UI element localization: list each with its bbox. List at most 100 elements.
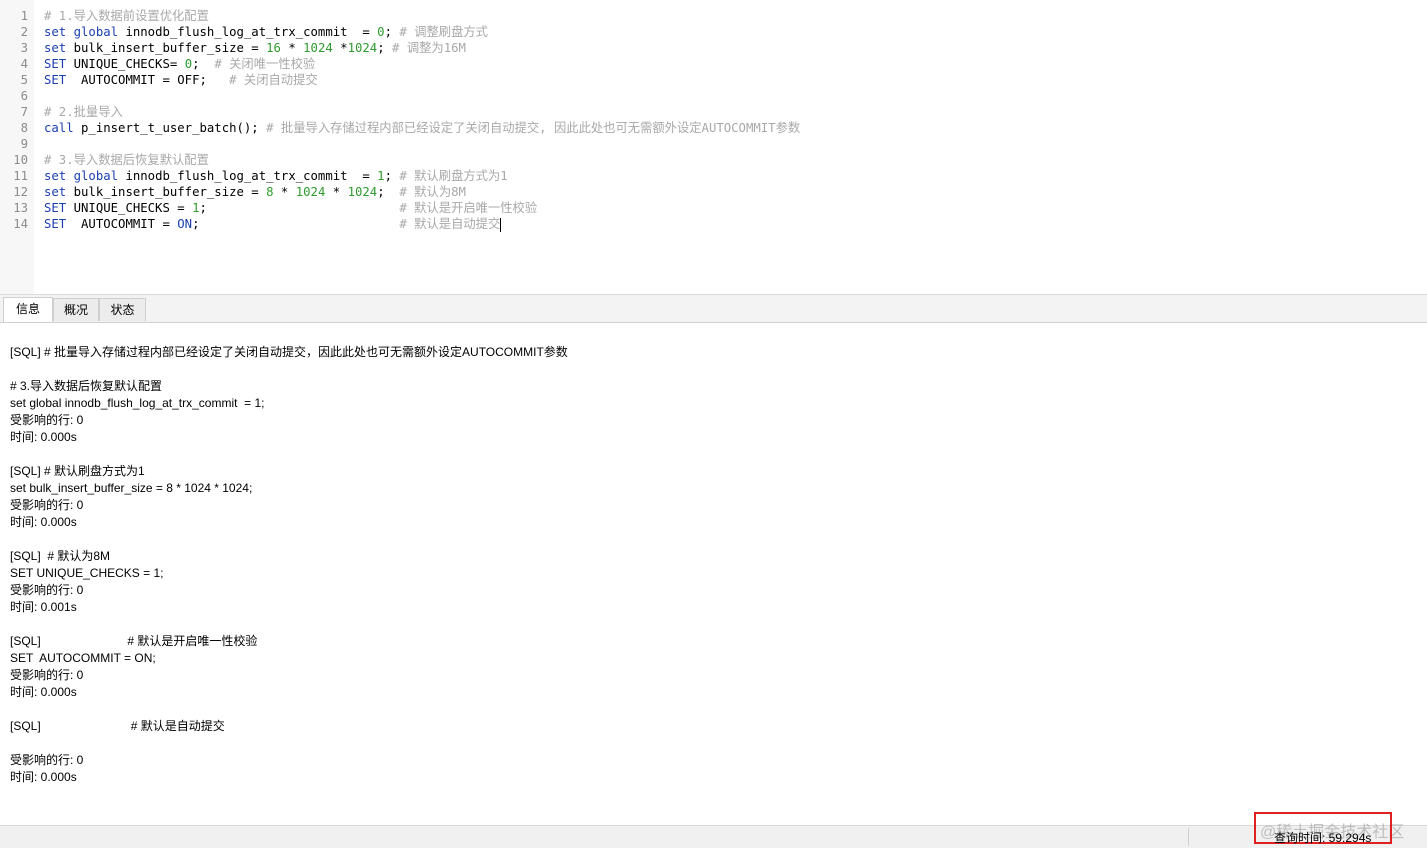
code-line[interactable]: 5 SET AUTOCOMMIT = OFF; # 关闭自动提交 — [0, 72, 1427, 88]
code-identifier: ; — [384, 25, 400, 39]
code-identifier: innodb_flush_log_at_trx_commit = — [118, 169, 378, 183]
status-bar — [0, 825, 1427, 848]
code-comment: # 关闭唯一性校验 — [214, 57, 316, 71]
output-line: 受影响的行: 0 — [10, 498, 84, 512]
code-keyword: call — [44, 121, 74, 135]
code-keyword: set — [44, 169, 67, 183]
message-output: [SQL] # 批量导入存储过程内部已经设定了关闭自动提交，因此此处也可无需额外… — [10, 344, 1410, 786]
code-identifier: ; — [377, 185, 400, 199]
output-line: 时间: 0.001s — [10, 600, 77, 614]
line-number: 4 — [20, 57, 28, 71]
code-number: 1024 — [295, 185, 326, 199]
output-line: 受影响的行: 0 — [10, 753, 84, 767]
code-identifier: ; — [192, 217, 400, 231]
code-comment: # 2.批量导入 — [44, 105, 123, 119]
output-line: [SQL] # 默认是自动提交 — [10, 719, 225, 733]
code-number: 1024 — [303, 41, 333, 55]
code-text: call p_insert_t_user_batch(); # 批量导入存储过程… — [44, 120, 800, 136]
code-line[interactable]: 4 SET UNIQUE_CHECKS= 0; # 关闭唯一性校验 — [0, 56, 1427, 72]
code-identifier — [66, 169, 73, 183]
code-comment: # 默认刷盘方式为1 — [399, 169, 508, 183]
line-number: 10 — [13, 153, 28, 167]
line-number: 5 — [20, 73, 28, 87]
output-line: [SQL] # 默认刷盘方式为1 — [10, 464, 145, 478]
tab-status[interactable]: 状态 — [99, 298, 146, 321]
output-line: 受影响的行: 0 — [10, 413, 84, 427]
code-keyword: SET — [44, 57, 67, 71]
code-line[interactable]: 8 call p_insert_t_user_batch(); # 批量导入存储过… — [0, 120, 1427, 136]
code-identifier: UNIQUE_CHECKS = — [66, 201, 193, 215]
code-keyword: set — [44, 185, 67, 199]
output-line: 时间: 0.000s — [10, 770, 77, 784]
code-identifier: ; — [377, 41, 393, 55]
tab-overview[interactable]: 概况 — [53, 298, 99, 321]
line-number: 9 — [20, 137, 28, 151]
code-line[interactable]: 6 — [0, 88, 1427, 104]
code-line[interactable]: 13 SET UNIQUE_CHECKS = 1; # 默认是开启唯一性校验 — [0, 200, 1427, 216]
code-line[interactable]: 2 set global innodb_flush_log_at_trx_comm… — [0, 24, 1427, 40]
code-keyword: SET — [44, 201, 67, 215]
code-line[interactable]: 14 SET AUTOCOMMIT = ON; # 默认是自动提交 — [0, 216, 1427, 232]
output-line: SET AUTOCOMMIT = ON; — [10, 651, 156, 665]
code-keyword: ON — [177, 217, 193, 231]
output-line: set bulk_insert_buffer_size = 8 * 1024 *… — [10, 481, 253, 495]
code-line[interactable]: 12 set bulk_insert_buffer_size = 8 * 1024… — [0, 184, 1427, 200]
output-line: 时间: 0.000s — [10, 430, 77, 444]
code-keyword: set — [44, 41, 67, 55]
code-comment: # 1.导入数据前设置优化配置 — [44, 9, 209, 23]
code-comment: # 3.导入数据后恢复默认配置 — [44, 153, 209, 167]
code-comment: # 调整为16M — [392, 41, 466, 55]
status-separator — [1188, 828, 1189, 846]
line-number: 2 — [20, 25, 28, 39]
line-number: 3 — [20, 41, 28, 55]
line-number: 13 — [13, 201, 28, 215]
line-number: 7 — [20, 105, 28, 119]
tab-info[interactable]: 信息 — [3, 297, 53, 322]
sql-editor[interactable]: 1 # 1.导入数据前设置优化配置 2 set global innodb_flush… — [0, 0, 1427, 295]
output-line: 受影响的行: 0 — [10, 583, 84, 597]
output-line: 受影响的行: 0 — [10, 668, 84, 682]
line-number: 6 — [20, 89, 28, 103]
code-comment: # 默认为8M — [399, 185, 466, 199]
code-comment: # 批量导入存储过程内部已经设定了关闭自动提交, 因此此处也可无需额外设定AUT… — [266, 121, 801, 135]
code-line[interactable]: 7 # 2.批量导入 — [0, 104, 1427, 120]
code-text: # 1.导入数据前设置优化配置 — [44, 8, 209, 24]
code-number: 16 — [266, 41, 281, 55]
code-line[interactable]: 11 set global innodb_flush_log_at_trx_com… — [0, 168, 1427, 184]
code-text: SET AUTOCOMMIT = ON; # 默认是自动提交 — [44, 216, 502, 232]
line-number: 8 — [20, 121, 28, 135]
line-number: 14 — [13, 217, 28, 231]
code-identifier: bulk_insert_buffer_size = — [66, 41, 267, 55]
code-keyword: SET — [44, 217, 67, 231]
code-line[interactable]: 1 # 1.导入数据前设置优化配置 — [0, 8, 1427, 24]
code-comment: # 关闭自动提交 — [229, 73, 318, 87]
code-keyword: global — [73, 25, 119, 39]
code-identifier: innodb_flush_log_at_trx_commit = — [118, 25, 378, 39]
line-number: 11 — [13, 169, 28, 183]
output-line: [SQL] # 批量导入存储过程内部已经设定了关闭自动提交，因此此处也可无需额外… — [10, 345, 568, 359]
code-text: # 3.导入数据后恢复默认配置 — [44, 152, 209, 168]
code-identifier: UNIQUE_CHECKS= — [66, 57, 185, 71]
code-identifier: ; — [384, 169, 400, 183]
code-identifier — [66, 25, 73, 39]
code-keyword: set — [44, 25, 67, 39]
code-number: 0 — [377, 25, 385, 39]
code-line[interactable]: 9 — [0, 136, 1427, 152]
code-text: set bulk_insert_buffer_size = 8 * 1024 *… — [44, 184, 466, 200]
code-comment: # 默认是自动提交 — [399, 217, 501, 231]
query-time-label: 查询时间: 59.294s — [1274, 831, 1372, 845]
code-identifier: bulk_insert_buffer_size = — [66, 185, 267, 199]
code-identifier: * — [325, 185, 348, 199]
code-text: set global innodb_flush_log_at_trx_commi… — [44, 24, 488, 40]
code-text: set global innodb_flush_log_at_trx_commi… — [44, 168, 508, 184]
code-line[interactable]: 3 set bulk_insert_buffer_size = 16 * 1024… — [0, 40, 1427, 56]
code-comment: # 默认是开启唯一性校验 — [399, 201, 538, 215]
code-text: # 2.批量导入 — [44, 104, 123, 120]
output-line: [SQL] # 默认是开启唯一性校验 — [10, 634, 258, 648]
code-line[interactable]: 10 # 3.导入数据后恢复默认配置 — [0, 152, 1427, 168]
